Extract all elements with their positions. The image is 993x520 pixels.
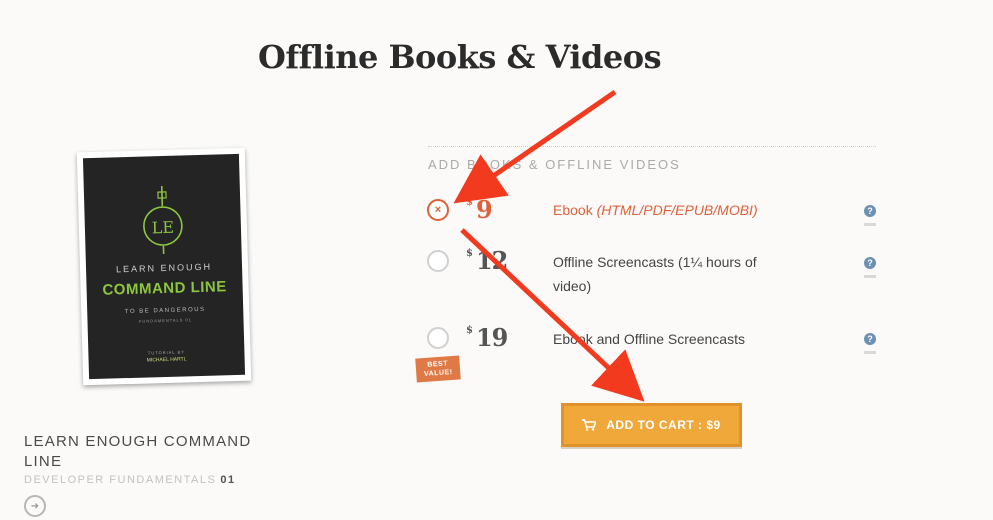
arrow-to-ebook-option <box>453 89 617 204</box>
annotation-arrows <box>453 89 645 402</box>
arrow-to-cart-button <box>460 228 645 402</box>
